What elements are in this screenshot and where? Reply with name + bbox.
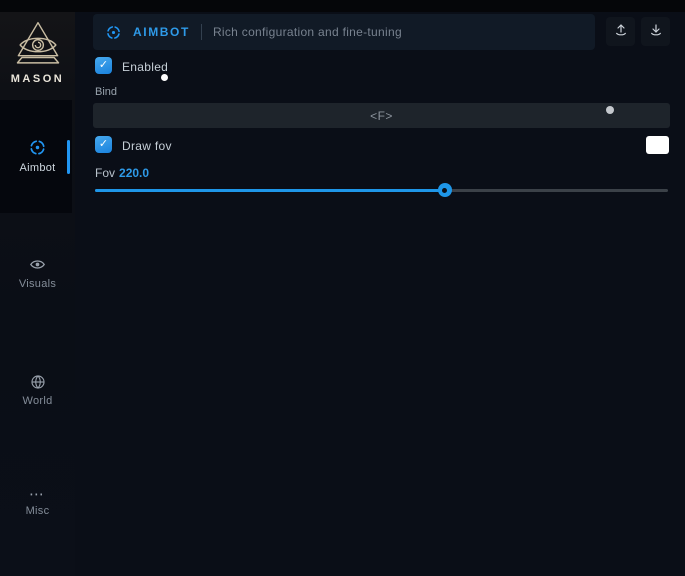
brand-name: MASON (0, 73, 75, 85)
sidebar-item-world[interactable]: World (0, 374, 75, 407)
fov-value-row: Fov 220.0 (95, 166, 149, 180)
bind-label: Bind (95, 86, 117, 98)
upload-config-button[interactable] (606, 17, 635, 46)
check-icon: ✓ (99, 139, 108, 150)
sidebar-item-label: Misc (26, 505, 50, 517)
crosshair-icon (28, 138, 47, 157)
slider-fill (95, 189, 445, 192)
crosshair-icon (105, 24, 122, 41)
drag-dot (606, 106, 614, 114)
enabled-label: Enabled (122, 60, 168, 74)
page-title: AIMBOT (133, 25, 190, 39)
bind-input[interactable]: <F> (93, 103, 670, 128)
check-icon: ✓ (99, 60, 108, 71)
draw-fov-checkbox[interactable]: ✓ (95, 136, 112, 153)
enabled-checkbox[interactable]: ✓ (95, 57, 112, 74)
draw-fov-label: Draw fov (122, 139, 172, 153)
fov-slider[interactable] (95, 183, 668, 197)
top-strip (0, 0, 685, 12)
sidebar-item-label: Visuals (19, 278, 56, 290)
pyramid-eye-icon (0, 20, 75, 70)
download-icon (648, 22, 664, 41)
page-header: AIMBOT Rich configuration and fine-tunin… (93, 14, 595, 50)
ellipsis-icon: ⋯ (29, 490, 46, 500)
sidebar-item-label: World (22, 395, 52, 407)
fov-color-swatch[interactable] (646, 136, 669, 154)
sidebar-item-misc[interactable]: ⋯ Misc (0, 490, 75, 517)
fov-label: Fov (95, 166, 115, 180)
cursor-dot (161, 74, 168, 81)
header-divider (201, 24, 202, 40)
fov-value: 220.0 (119, 166, 149, 180)
eye-icon (29, 256, 46, 273)
download-config-button[interactable] (641, 17, 670, 46)
slider-thumb[interactable] (438, 183, 452, 197)
sidebar-item-aimbot[interactable]: Aimbot (0, 138, 75, 174)
sidebar-item-visuals[interactable]: Visuals (0, 256, 75, 290)
page-subtitle: Rich configuration and fine-tuning (213, 25, 402, 39)
app-window: MASON Aimbot Visuals (0, 0, 685, 576)
sidebar-item-label: Aimbot (19, 162, 55, 174)
upload-icon (613, 22, 629, 41)
brand-logo: MASON (0, 20, 75, 85)
sidebar: MASON Aimbot Visuals (0, 12, 75, 576)
globe-icon (30, 374, 46, 390)
bind-value: <F> (370, 109, 393, 123)
